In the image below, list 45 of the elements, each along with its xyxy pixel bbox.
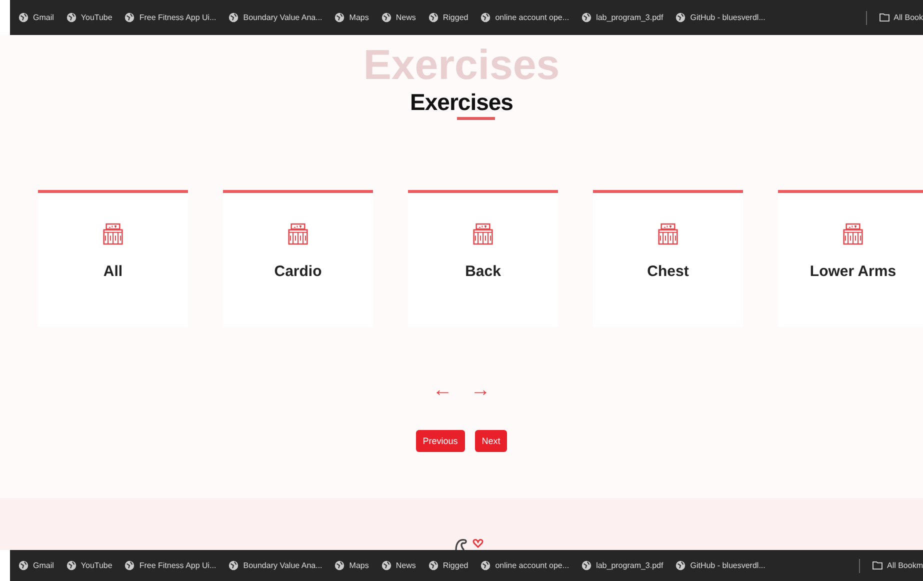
bookmark-item[interactable]: Free Fitness App Ui... xyxy=(124,560,216,571)
category-card[interactable]: Cardio xyxy=(223,190,373,327)
gym-building-icon xyxy=(658,223,678,245)
title-underline xyxy=(456,117,494,120)
category-name: Chest xyxy=(647,263,689,280)
category-card[interactable]: Lower Arms xyxy=(778,190,923,327)
category-name: Back xyxy=(465,263,501,280)
bookmark-item[interactable]: online account ope... xyxy=(480,12,570,23)
bookmark-item[interactable]: GitHub - bluesverdl... xyxy=(675,560,766,571)
next-button[interactable]: Next xyxy=(474,430,508,452)
bookmark-item[interactable]: online account ope... xyxy=(480,560,570,571)
bookmark-item[interactable]: Gmail xyxy=(18,560,54,571)
category-name: Cardio xyxy=(274,263,322,280)
right-arrow[interactable]: → xyxy=(470,379,490,402)
gym-building-icon xyxy=(843,223,863,245)
category-name: All xyxy=(103,263,123,280)
bookmark-item[interactable]: lab_program_3.pdf xyxy=(581,560,664,571)
category-card[interactable]: Chest xyxy=(593,190,743,327)
gym-building-icon xyxy=(473,223,493,245)
section-title: Exercises xyxy=(410,89,513,115)
bookmark-item[interactable]: Gmail xyxy=(18,12,54,23)
bookmark-item[interactable]: Rigged xyxy=(428,12,468,23)
bookmark-item[interactable]: Maps xyxy=(334,560,369,571)
bookmark-item[interactable]: Free Fitness App Ui... xyxy=(124,12,216,23)
bookmark-item[interactable]: Boundary Value Ana... xyxy=(228,12,322,23)
gym-building-icon xyxy=(103,223,123,245)
bookmark-item[interactable]: lab_program_3.pdf xyxy=(581,12,664,23)
bookmark-item[interactable]: News xyxy=(380,12,416,23)
left-arrow[interactable]: ← xyxy=(432,379,452,402)
bookmark-item[interactable]: News xyxy=(380,560,416,571)
bookmark-item[interactable]: YouTube xyxy=(66,560,112,571)
bookmark-item[interactable]: Boundary Value Ana... xyxy=(228,560,322,571)
category-name: Lower Arms xyxy=(810,263,896,280)
all-bookmarks-item[interactable]: All Book xyxy=(878,13,923,22)
bookmark-item[interactable]: YouTube xyxy=(66,12,112,23)
bookmark-item[interactable]: Rigged xyxy=(428,560,468,571)
previous-button[interactable]: Previous xyxy=(416,430,465,452)
bookmark-item[interactable]: Maps xyxy=(334,12,369,23)
category-card[interactable]: Back xyxy=(408,190,558,327)
folder-icon xyxy=(878,13,890,22)
all-bookmarks-item[interactable]: All Bookm xyxy=(872,561,923,570)
bookmark-item[interactable]: GitHub - bluesverdl... xyxy=(675,12,766,23)
gym-building-icon xyxy=(288,223,308,245)
folder-icon xyxy=(872,561,883,570)
category-card[interactable]: All xyxy=(38,190,188,327)
